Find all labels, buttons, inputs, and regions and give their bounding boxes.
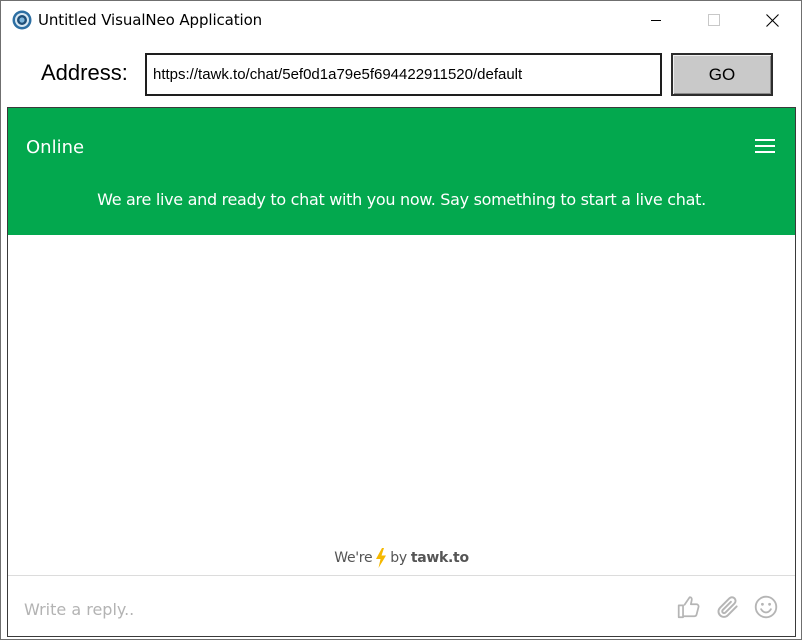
minimize-icon — [651, 20, 661, 21]
window-title: Untitled VisualNeo Application — [38, 11, 263, 29]
powered-by-middle: by — [390, 550, 407, 566]
welcome-message: We are live and ready to chat with you n… — [97, 190, 706, 209]
minimize-button[interactable] — [627, 1, 685, 39]
visualneo-app-icon — [12, 10, 32, 30]
maximize-button[interactable] — [685, 1, 743, 39]
app-window: Untitled VisualNeo Application Address: … — [0, 0, 802, 640]
title-bar[interactable]: Untitled VisualNeo Application — [1, 1, 801, 39]
close-button[interactable] — [743, 1, 801, 39]
thumbs-up-icon[interactable] — [676, 594, 702, 620]
tawk-brand[interactable]: tawk.to — [411, 550, 469, 566]
close-icon — [765, 13, 779, 27]
address-label: Address: — [41, 60, 128, 85]
reply-composer — [8, 575, 795, 636]
reply-input[interactable] — [24, 594, 624, 624]
lightning-bolt-icon — [376, 548, 387, 568]
menu-icon[interactable] — [755, 138, 775, 154]
chat-messages-area — [8, 235, 795, 575]
chat-header: Online We are live and ready to chat wit… — [8, 108, 795, 235]
smiley-icon[interactable] — [753, 594, 779, 620]
web-browser-view: Online We are live and ready to chat wit… — [7, 107, 796, 637]
powered-by-prefix: We're — [334, 550, 373, 566]
address-input[interactable] — [145, 53, 662, 96]
powered-by[interactable]: We're by tawk.to — [8, 548, 795, 568]
status-label: Online — [26, 137, 85, 158]
maximize-icon — [708, 14, 720, 26]
paperclip-icon[interactable] — [715, 594, 741, 620]
go-button[interactable]: GO — [671, 53, 773, 96]
